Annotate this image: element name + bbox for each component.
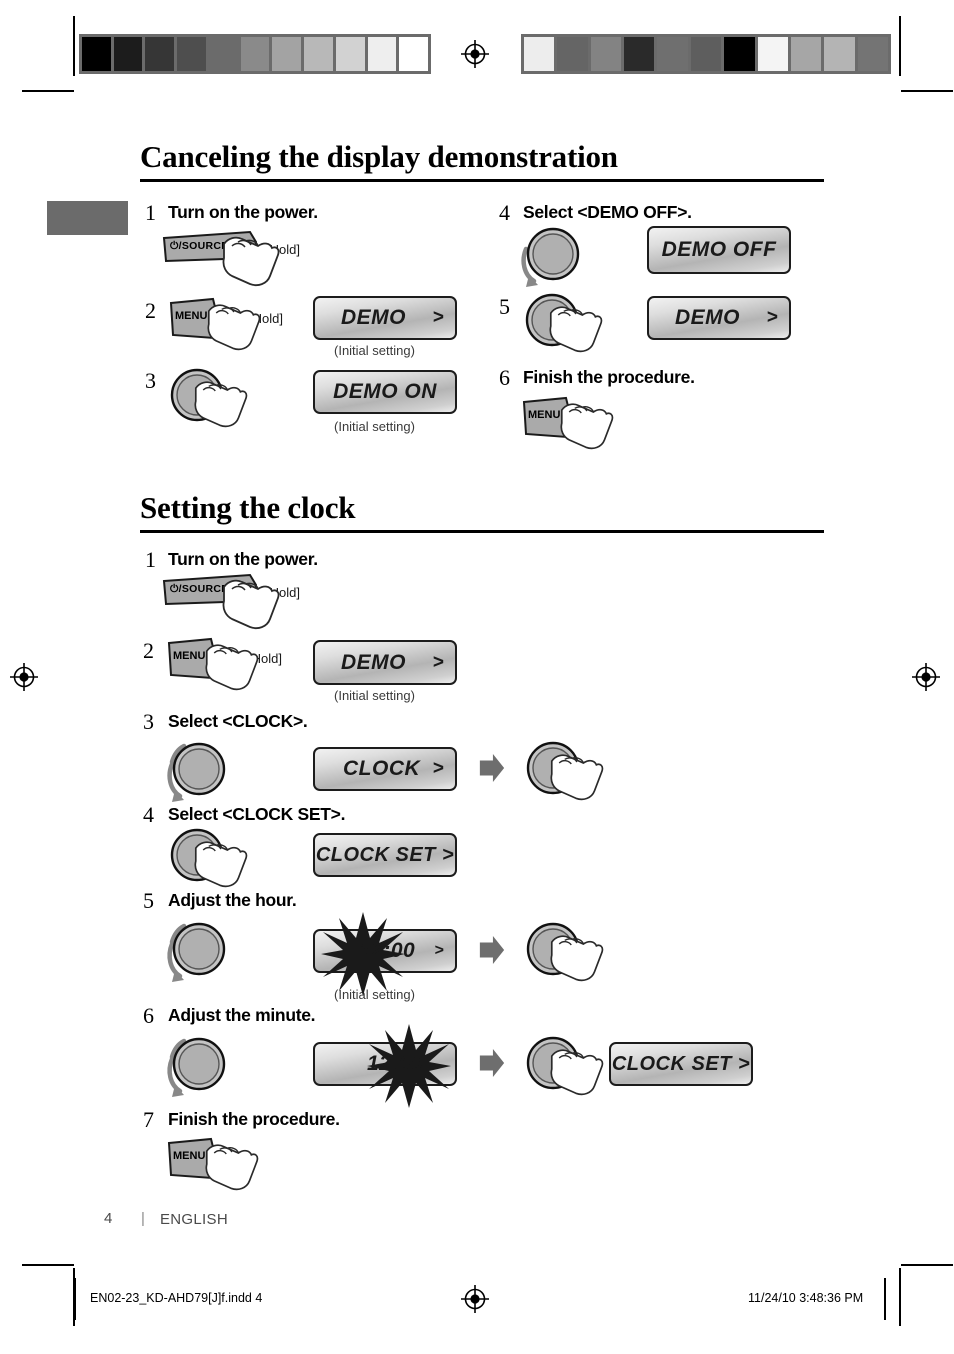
pointing-hand-icon: [560, 403, 614, 450]
lcd-text: DEMO: [675, 306, 740, 329]
pointing-hand-icon: [207, 304, 261, 351]
lcd-display: 12:00: [313, 1024, 457, 1108]
lcd-text: 12:00: [367, 1052, 424, 1075]
lcd-display: 12:00 >: [313, 912, 457, 996]
lcd-next-arrow-icon: >: [766, 307, 778, 328]
step-number: 2: [143, 638, 154, 663]
lcd-text: DEMO OFF: [661, 238, 777, 261]
lcd-display: DEMO >: [313, 296, 457, 340]
footer-separator: |: [141, 1210, 145, 1227]
pointing-hand-icon: [550, 754, 604, 801]
step-number: 5: [499, 294, 510, 319]
step-number: 2: [145, 298, 156, 323]
pointing-hand-icon: [205, 1144, 259, 1191]
step-instruction: Select <CLOCK SET>.: [168, 804, 346, 824]
lcd-display: DEMO OFF: [647, 226, 791, 274]
step-number: 7: [143, 1107, 154, 1132]
lcd-display: DEMO ON: [313, 370, 457, 414]
lcd-display: DEMO >: [313, 640, 457, 685]
step-number: 1: [145, 200, 156, 225]
lcd-text: DEMO ON: [333, 380, 437, 403]
lcd-text: CLOCK SET >: [315, 843, 455, 866]
step-number: 4: [143, 802, 154, 827]
step-instruction: Adjust the minute.: [168, 1005, 316, 1025]
print-source-filename: EN02-23_KD-AHD79[J]f.indd 4: [90, 1291, 263, 1305]
rotate-knob-icon[interactable]: [516, 223, 586, 289]
page-title-canceling-display-demonstration: Canceling the display demonstration: [140, 139, 618, 174]
lcd-text: DEMO: [341, 650, 406, 674]
lcd-display: CLOCK >: [313, 747, 457, 791]
rotate-knob-icon[interactable]: [162, 1033, 232, 1099]
step-number: 4: [499, 200, 510, 225]
lcd-text: CLOCK SET >: [611, 1052, 751, 1075]
lcd-next-arrow-icon: >: [434, 942, 444, 959]
pointing-hand-icon: [550, 935, 604, 982]
sequence-arrow-icon: [479, 936, 505, 964]
step-number: 6: [499, 365, 510, 390]
sequence-arrow-icon: [479, 1049, 505, 1077]
pointing-hand-icon: [222, 579, 280, 630]
lcd-display: CLOCK SET >: [609, 1042, 753, 1086]
rotate-knob-icon[interactable]: [162, 738, 232, 804]
lcd-text: CLOCK: [343, 757, 421, 780]
lcd-next-arrow-icon: >: [432, 651, 444, 673]
section-rule-1: [140, 179, 824, 182]
lcd-display: CLOCK SET >: [313, 833, 457, 877]
step-number: 3: [143, 709, 154, 734]
lcd-text: 12:00: [359, 939, 416, 962]
initial-setting-caption: (Initial setting): [334, 343, 415, 358]
step-instruction: Finish the procedure.: [168, 1109, 340, 1129]
pointing-hand-icon: [194, 841, 248, 888]
step-instruction: Finish the procedure.: [523, 367, 695, 387]
section-rule-2: [140, 530, 824, 533]
sequence-arrow-icon: [479, 754, 505, 782]
page-number: 4: [104, 1210, 113, 1227]
pointing-hand-icon: [194, 381, 248, 428]
page-title-setting-the-clock: Setting the clock: [140, 490, 356, 525]
lcd-next-arrow-icon: >: [432, 307, 444, 328]
initial-setting-caption: (Initial setting): [334, 987, 415, 1002]
pointing-hand-icon: [205, 644, 259, 691]
step-instruction: Select <CLOCK>.: [168, 711, 308, 731]
rotate-knob-icon[interactable]: [162, 918, 232, 984]
step-instruction: Adjust the hour.: [168, 890, 297, 910]
manual-page: Canceling the display demonstration 1 Tu…: [0, 0, 954, 1354]
lcd-next-arrow-icon: >: [432, 758, 444, 779]
footer-language: ENGLISH: [160, 1211, 228, 1228]
step-number: 6: [143, 1003, 154, 1028]
step-instruction: Select <DEMO OFF>.: [523, 202, 692, 222]
step-number: 3: [145, 368, 156, 393]
initial-setting-caption: (Initial setting): [334, 419, 415, 434]
pointing-hand-icon: [222, 236, 280, 287]
step-instruction: Turn on the power.: [168, 549, 318, 569]
initial-setting-caption: (Initial setting): [334, 688, 415, 703]
lcd-text: DEMO: [341, 306, 406, 329]
step-number: 5: [143, 888, 154, 913]
pointing-hand-icon: [549, 306, 603, 353]
step-instruction: Turn on the power.: [168, 202, 318, 222]
lcd-display: DEMO >: [647, 296, 791, 340]
step-number: 1: [145, 547, 156, 572]
print-timestamp: 11/24/10 3:48:36 PM: [748, 1291, 864, 1305]
page-side-tab-marker: [47, 201, 128, 235]
pointing-hand-icon: [550, 1049, 604, 1096]
